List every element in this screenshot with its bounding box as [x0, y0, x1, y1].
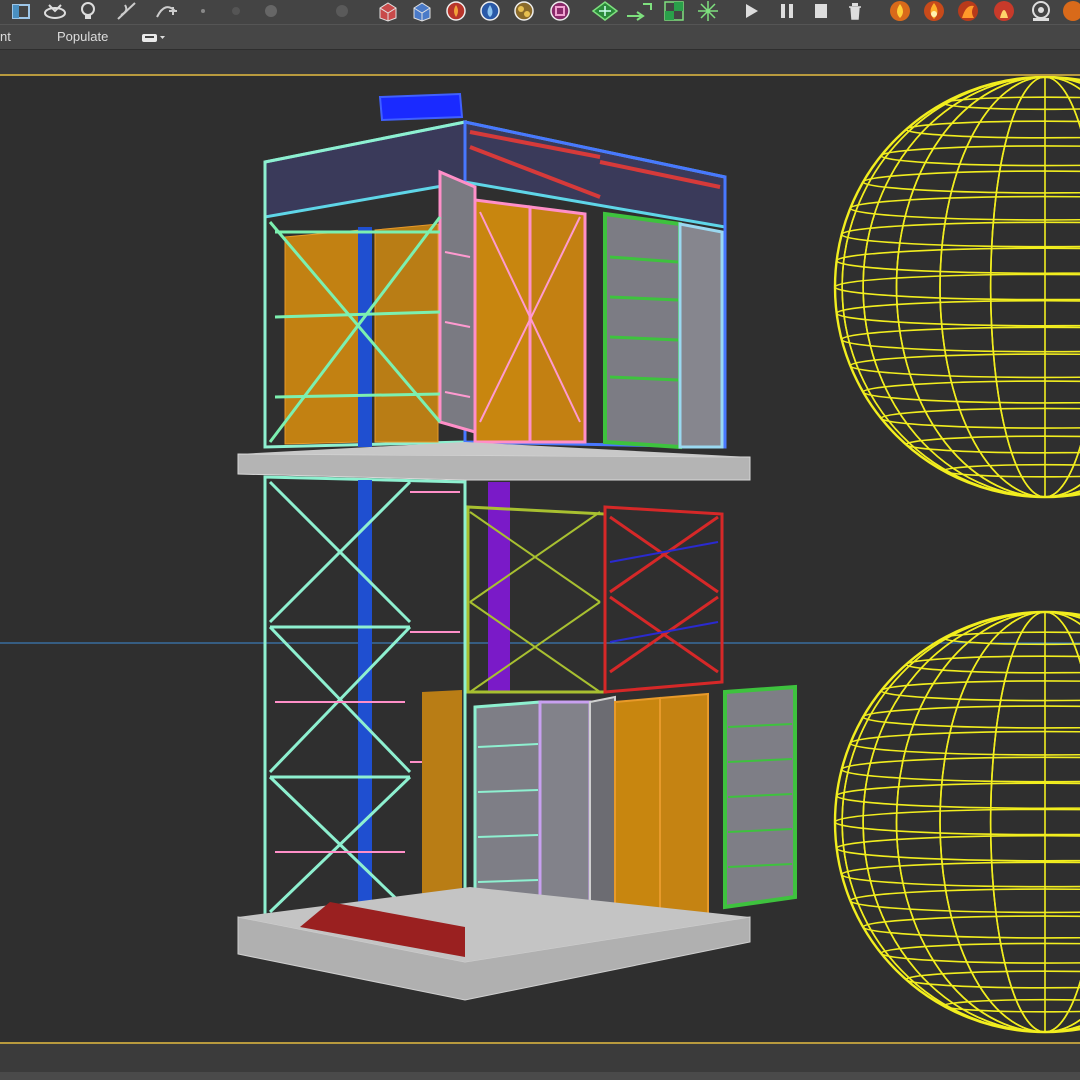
flame-icon-3[interactable]: [954, 0, 982, 22]
pause-icon[interactable]: [774, 0, 800, 22]
render-frame-icon[interactable]: [330, 0, 354, 22]
particles-icon[interactable]: [442, 0, 470, 22]
flame-icon-5[interactable]: [1060, 0, 1080, 22]
flame-icon-1[interactable]: [886, 0, 914, 22]
select-object-icon[interactable]: [8, 0, 36, 22]
flame-icon-2[interactable]: [920, 0, 948, 22]
ribbon-panel-strip: [0, 49, 1080, 74]
move-icon[interactable]: [546, 0, 574, 22]
ribbon-bar: nt Populate: [0, 24, 1080, 49]
grid-icon[interactable]: [590, 0, 620, 22]
render-setup-icon[interactable]: [226, 0, 246, 22]
bind-icon[interactable]: [152, 0, 180, 22]
chevron-down-icon: [160, 36, 165, 39]
status-area: [0, 1044, 1080, 1080]
snap-toggle-icon[interactable]: [196, 0, 210, 22]
settings-icon[interactable]: [1026, 0, 1056, 22]
grid-tile-icon[interactable]: [660, 0, 688, 22]
material-editor-icon[interactable]: [260, 0, 282, 22]
sunburst-icon[interactable]: [692, 0, 724, 22]
app-window: nt Populate: [0, 0, 1080, 1080]
hierarchy-icon[interactable]: [510, 0, 538, 22]
flame-icon-4[interactable]: [990, 0, 1018, 22]
select-by-name-icon[interactable]: [40, 0, 70, 22]
link-icon[interactable]: [114, 0, 140, 22]
water-effect-icon[interactable]: [408, 0, 436, 22]
lightbulb-icon[interactable]: [76, 0, 100, 22]
perspective-viewport[interactable]: [0, 74, 1080, 1044]
fire-effect-icon[interactable]: [374, 0, 402, 22]
scaffold-tower[interactable]: [237, 92, 797, 1001]
main-toolbar: [0, 0, 1080, 24]
particle-view-icon[interactable]: [476, 0, 504, 22]
burst-icon[interactable]: [624, 0, 654, 22]
tab-object-paint[interactable]: nt: [0, 29, 11, 44]
tab-populate[interactable]: Populate: [57, 29, 108, 44]
wireframe-spheres: [833, 76, 1080, 1034]
wireframe-sphere-bottom[interactable]: [833, 610, 1080, 1034]
reset-icon[interactable]: [842, 0, 868, 22]
timeline-slider[interactable]: [0, 1072, 1080, 1080]
stop-icon[interactable]: [808, 0, 834, 22]
ribbon-toggle-dropdown[interactable]: [142, 32, 166, 44]
wireframe-sphere-top[interactable]: [833, 76, 1080, 499]
play-icon[interactable]: [738, 0, 764, 22]
